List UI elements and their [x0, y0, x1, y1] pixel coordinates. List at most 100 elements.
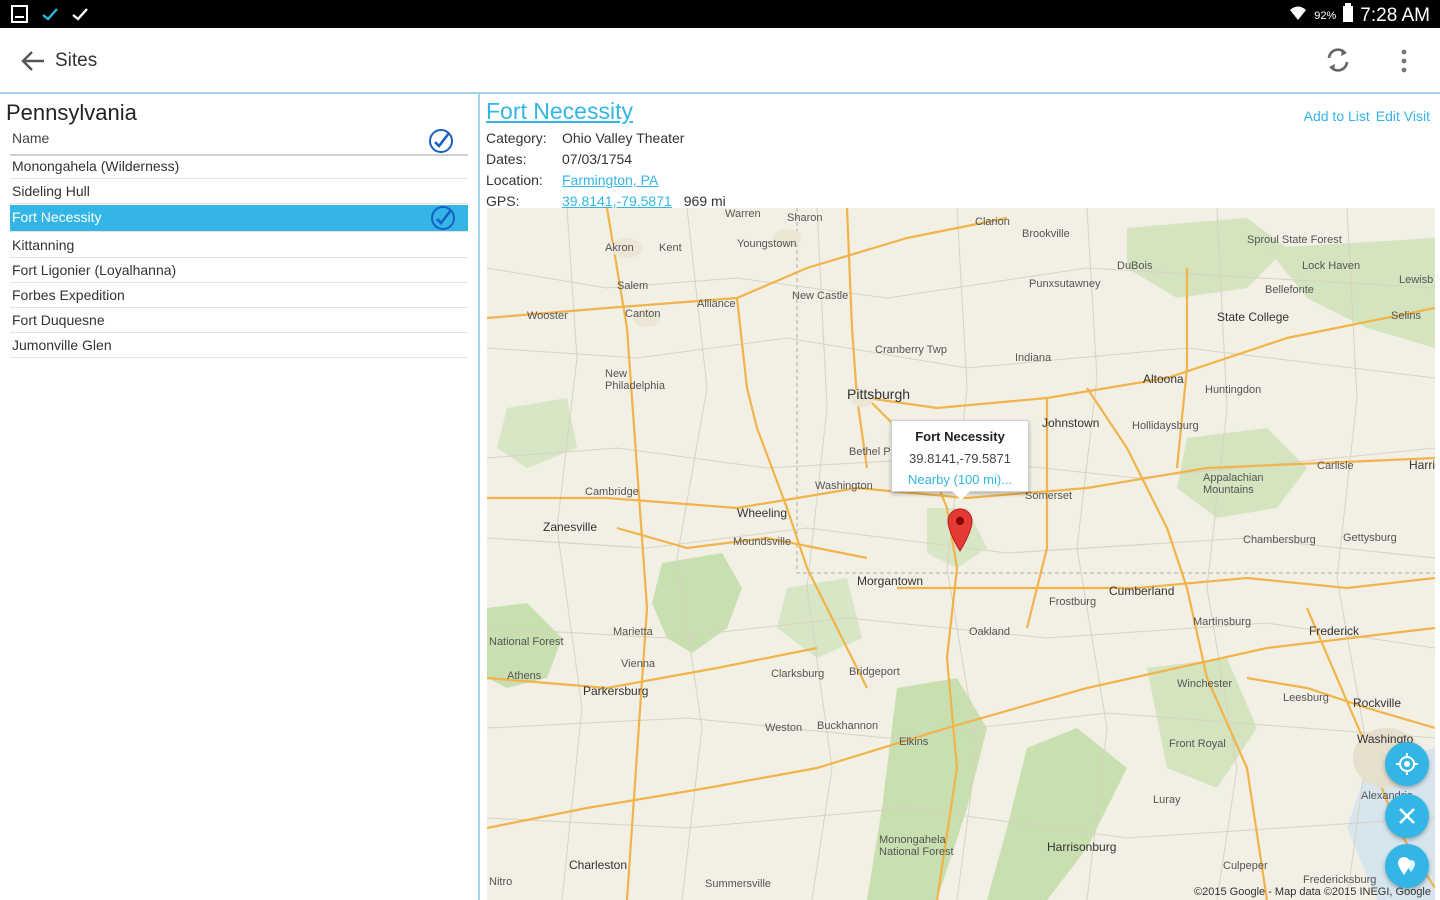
map-label-elkins: Elkins — [899, 736, 929, 748]
map-label-wooster: Wooster — [527, 310, 568, 322]
visited-check-icon[interactable] — [430, 205, 456, 231]
map-label-bellefonte: Bellefonte — [1265, 284, 1314, 296]
wifi-icon — [1288, 3, 1308, 29]
site-name: Jumonville Glen — [12, 337, 112, 353]
map-label-warren: Warren — [725, 208, 761, 220]
map-label-indiana: Indiana — [1015, 352, 1052, 364]
map-label-selins: Selins — [1391, 310, 1421, 322]
map-label-canton: Canton — [625, 308, 661, 320]
map-view[interactable]: Pittsburgh Youngstown New Castle Canton … — [487, 208, 1435, 900]
map-label-cranberry: Cranberry Twp — [875, 344, 947, 356]
check-notification-icon — [40, 4, 60, 29]
map-label-state-college: State College — [1217, 310, 1290, 324]
map-label-salem: Salem — [617, 280, 649, 292]
site-title-link[interactable]: Fort Necessity — [486, 98, 633, 125]
site-name: Monongahela (Wilderness) — [12, 158, 180, 174]
map-label-altoona: Altoona — [1143, 372, 1184, 386]
map-label-appalachian: Appalachian Mountains — [1203, 472, 1264, 496]
map-label-leesburg: Leesburg — [1283, 692, 1329, 704]
map-label-cumberland: Cumberland — [1109, 584, 1175, 598]
site-name: Fort Necessity — [12, 209, 102, 225]
map-label-frederick: Frederick — [1309, 624, 1360, 638]
map-label-punxsutawney: Punxsutawney — [1029, 278, 1101, 290]
overflow-menu-icon[interactable] — [1394, 46, 1414, 76]
map-label-carlisle: Carlisle — [1317, 460, 1354, 472]
close-icon — [1399, 808, 1415, 824]
map-label-weston: Weston — [765, 722, 803, 734]
category-value: Ohio Valley Theater — [562, 130, 685, 146]
map-label-dubois: DuBois — [1117, 260, 1153, 272]
map-label-marietta: Marietta — [613, 626, 653, 638]
list-item[interactable]: Fort Duquesne — [10, 308, 468, 333]
map-label-front-royal: Front Royal — [1169, 738, 1226, 750]
map-label-martinsburg: Martinsburg — [1193, 616, 1252, 628]
callout-nearby-link[interactable]: Nearby (100 mi)... — [892, 472, 1028, 487]
map-label-harrisonburg: Harrisonburg — [1047, 840, 1117, 854]
map-label-washington: Washington — [815, 480, 873, 492]
name-column-label: Name — [12, 130, 50, 146]
callout-title: Fort Necessity — [915, 429, 1005, 444]
map-label-chambersburg: Chambersburg — [1243, 534, 1316, 546]
list-column-header: Name — [10, 128, 468, 156]
map-label-charleston: Charleston — [569, 858, 628, 872]
refresh-icon[interactable] — [1322, 44, 1354, 76]
map-label-wheeling: Wheeling — [737, 506, 788, 520]
map-label-monongahela-nf: Monongahela National Forest — [879, 834, 954, 858]
category-label: Category: — [486, 130, 547, 146]
list-item[interactable]: Fort Necessity — [10, 205, 468, 232]
map-copyright: ©2015 Google - Map data ©2015 INEGI, Goo… — [1194, 886, 1431, 898]
map-label-cambridge: Cambridge — [585, 486, 639, 498]
map-label-vienna: Vienna — [621, 658, 656, 670]
site-details: Category: Ohio Valley Theater Dates: 07/… — [486, 130, 726, 214]
add-to-list-link[interactable]: Add to List — [1304, 108, 1370, 124]
map-label-pittsburgh: Pittsburgh — [847, 386, 911, 402]
map-label-kent: Kent — [659, 242, 682, 254]
nearby-places-button[interactable] — [1385, 844, 1429, 888]
clock: 7:28 AM — [1360, 5, 1430, 26]
location-row: Location: Farmington, PA — [486, 172, 726, 193]
back-arrow-icon[interactable] — [18, 46, 48, 76]
visited-column-check-icon[interactable] — [428, 128, 454, 154]
map-label-lewisburg: Lewisb — [1399, 274, 1434, 286]
edit-visit-link[interactable]: Edit Visit — [1376, 108, 1430, 124]
list-item[interactable]: Kittanning — [10, 233, 468, 258]
map-label-buckhannon: Buckhannon — [817, 720, 879, 732]
map-label-harrisburg: Harris — [1409, 458, 1435, 472]
map-label-akron: Akron — [605, 242, 634, 254]
map-marker-pin-icon[interactable] — [947, 508, 973, 552]
category-row: Category: Ohio Valley Theater — [486, 130, 726, 151]
toolbar-title: Sites — [55, 50, 98, 71]
site-name: Kittanning — [12, 237, 75, 253]
list-item[interactable]: Forbes Expedition — [10, 283, 468, 308]
location-label: Location: — [486, 172, 543, 188]
map-label-new-castle: New Castle — [792, 290, 849, 302]
map-label-gettysburg: Gettysburg — [1343, 532, 1397, 544]
close-map-button[interactable] — [1385, 794, 1429, 838]
my-location-button[interactable] — [1385, 742, 1429, 786]
map-label-sproul: Sproul State Forest — [1247, 234, 1342, 246]
map-label-new-philadelphia: New Philadelphia — [605, 368, 665, 392]
map-label-alliance: Alliance — [697, 298, 736, 310]
list-item[interactable]: Monongahela (Wilderness) — [10, 154, 468, 179]
callout-coordinates: 39.8141,-79.5871 — [909, 451, 1011, 466]
list-item[interactable]: Fort Ligonier (Loyalhanna) — [10, 258, 468, 283]
map-info-window[interactable]: Fort Necessity 39.8141,-79.5871 Nearby (… — [891, 420, 1029, 500]
callout-tail — [952, 491, 970, 500]
map-label-fredericksburg: Fredericksburg — [1303, 874, 1377, 886]
map-label-zanesville: Zanesville — [543, 520, 598, 534]
map-label-sharon: Sharon — [787, 212, 823, 224]
dates-value: 07/03/1754 — [562, 151, 633, 167]
map-label-parkersburg: Parkersburg — [583, 684, 649, 698]
location-link[interactable]: Farmington, PA — [562, 172, 658, 193]
map-label-nitro: Nitro — [489, 876, 513, 888]
list-item[interactable]: Sideling Hull — [10, 179, 468, 204]
dates-row: Dates: 07/03/1754 — [486, 151, 726, 172]
notification-sim-icon — [10, 4, 30, 29]
my-location-icon — [1396, 753, 1418, 775]
list-item[interactable]: Jumonville Glen — [10, 333, 468, 358]
battery-icon — [1342, 3, 1354, 29]
map-label-culpeper: Culpeper — [1223, 860, 1268, 872]
map-label-winchester: Winchester — [1177, 678, 1233, 690]
map-label-morgantown: Morgantown — [857, 574, 924, 588]
map-label-huntingdon: Huntingdon — [1205, 384, 1262, 396]
